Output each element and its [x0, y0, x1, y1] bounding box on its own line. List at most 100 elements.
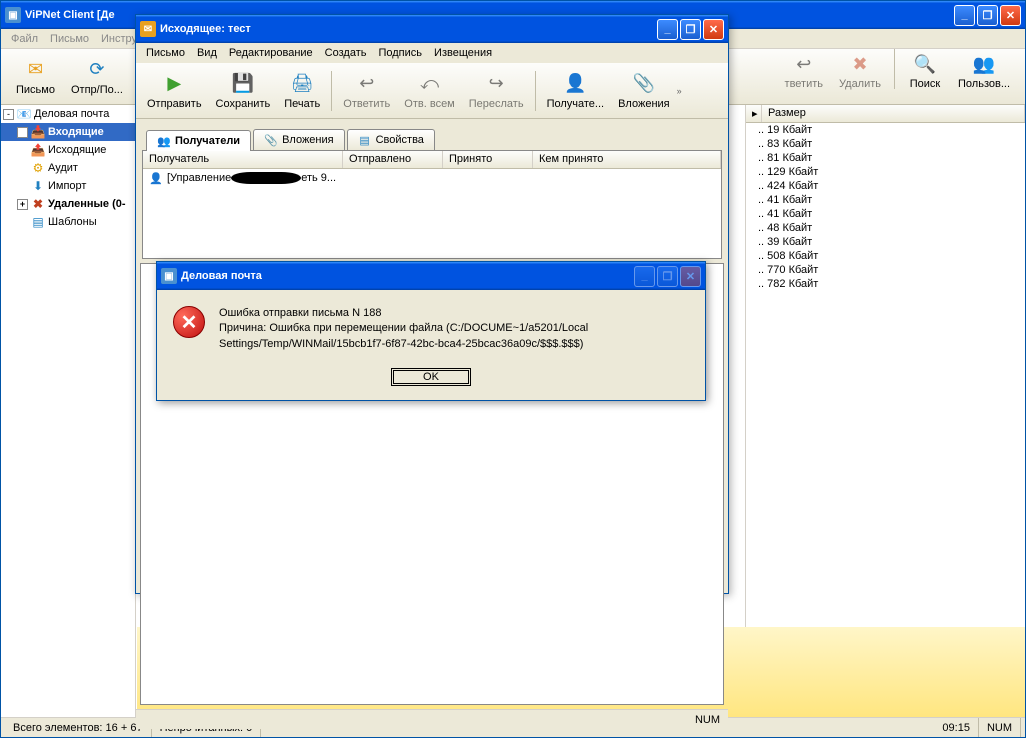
folder-tree: -📧Деловая почта +📥Входящие 📤Исходящие ⚙А…: [1, 105, 136, 717]
minimize-button[interactable]: _: [657, 19, 678, 40]
toolbar-label: тветить: [785, 78, 823, 90]
properties-icon: ▤: [358, 133, 372, 147]
error-titlebar[interactable]: ▣ Деловая почта _ ❐ ✕: [157, 262, 705, 290]
search-button[interactable]: 🔍 Поиск: [901, 49, 949, 93]
tree-templates[interactable]: ▤Шаблоны: [1, 213, 135, 231]
menu-file[interactable]: Файл: [5, 31, 44, 47]
main-toolbar-right: ↩ тветить ✖ Удалить 🔍 Поиск 👥 Пользов...: [778, 49, 1017, 93]
list-row[interactable]: 129 Кбайт: [746, 165, 1025, 179]
col-by-whom[interactable]: Кем принято: [533, 151, 721, 168]
close-button[interactable]: ✕: [1000, 5, 1021, 26]
users-button[interactable]: 👥 Пользов...: [951, 49, 1017, 93]
menu-letter[interactable]: Письмо: [140, 45, 191, 61]
compose-titlebar[interactable]: ✉ Исходящее: тест _ ❐ ✕: [136, 15, 728, 43]
toolbar-label: Отпр/По...: [71, 84, 123, 96]
menu-notifications[interactable]: Извещения: [428, 45, 498, 61]
menu-signature[interactable]: Подпись: [372, 45, 428, 61]
search-icon: 🔍: [913, 52, 937, 76]
error-title: Деловая почта: [181, 270, 634, 282]
tab-label: Вложения: [282, 134, 334, 146]
recipient-name-suffix: еть 9...: [301, 172, 336, 184]
toolbar-label: Письмо: [16, 84, 55, 96]
col-sent[interactable]: Отправлено: [343, 151, 443, 168]
reply-icon: ↩: [355, 72, 379, 96]
recipient-row[interactable]: 👤 [Управление еть 9...: [143, 169, 721, 187]
list-header: ▸ Размер: [746, 105, 1025, 123]
col-size[interactable]: Размер: [762, 105, 1025, 122]
menu-letter[interactable]: Письмо: [44, 31, 95, 47]
separator: [331, 71, 332, 111]
forward-icon: ↪: [484, 72, 508, 96]
minimize-button[interactable]: _: [954, 5, 975, 26]
expand-icon[interactable]: +: [17, 127, 28, 138]
recipient-name-prefix: [Управление: [167, 172, 231, 184]
send-button[interactable]: ▶Отправить: [140, 69, 209, 113]
compose-button[interactable]: ✉ Письмо: [9, 55, 62, 99]
tree-import[interactable]: ⬇Импорт: [1, 177, 135, 195]
toolbar-label: Удалить: [839, 78, 881, 90]
col-received[interactable]: Принято: [443, 151, 533, 168]
mail-icon: 📧: [16, 106, 32, 122]
inbox-icon: 📥: [30, 124, 46, 140]
list-row[interactable]: 83 Кбайт: [746, 137, 1025, 151]
menu-create[interactable]: Создать: [319, 45, 373, 61]
tab-label: Получатели: [175, 135, 240, 147]
compose-title: Исходящее: тест: [160, 23, 657, 35]
expand-icon[interactable]: +: [17, 199, 28, 210]
list-row[interactable]: 770 Кбайт: [746, 263, 1025, 277]
print-button[interactable]: 🖨Печать: [277, 69, 327, 113]
tree-inbox[interactable]: +📥Входящие: [1, 123, 135, 141]
tree-label: Удаленные (0-: [48, 198, 126, 210]
save-button[interactable]: 💾Сохранить: [209, 69, 278, 113]
tree-audit[interactable]: ⚙Аудит: [1, 159, 135, 177]
paperclip-icon: 📎: [632, 72, 656, 96]
ok-button[interactable]: OK: [391, 368, 471, 386]
reply-all-button: ⤺Отв. всем: [397, 69, 461, 113]
col-recipient[interactable]: Получатель: [143, 151, 343, 168]
list-row[interactable]: 48 Кбайт: [746, 221, 1025, 235]
toolbar-label: Отправить: [147, 98, 202, 110]
close-button[interactable]: ✕: [703, 19, 724, 40]
toolbar-overflow[interactable]: »: [677, 86, 689, 96]
expand-icon[interactable]: -: [3, 109, 14, 120]
tree-outbox[interactable]: 📤Исходящие: [1, 141, 135, 159]
tree-label: Исходящие: [48, 144, 106, 156]
error-icon: ✕: [173, 306, 205, 338]
app-icon: ▣: [5, 7, 21, 23]
attachments-button[interactable]: 📎 Вложения: [611, 69, 677, 113]
menu-view[interactable]: Вид: [191, 45, 223, 61]
close-button: ✕: [680, 266, 701, 287]
list-row[interactable]: 782 Кбайт: [746, 277, 1025, 291]
tab-attachments[interactable]: 📎Вложения: [253, 129, 345, 150]
tab-recipients[interactable]: 👥Получатели: [146, 130, 251, 151]
maximize-button[interactable]: ❐: [977, 5, 998, 26]
tree-label: Импорт: [48, 180, 86, 192]
status-time: 09:15: [934, 718, 979, 737]
maximize-button[interactable]: ❐: [680, 19, 701, 40]
list-row[interactable]: 508 Кбайт: [746, 249, 1025, 263]
separator: [894, 49, 895, 89]
tree-deleted[interactable]: +✖Удаленные (0-: [1, 195, 135, 213]
error-dialog: ▣ Деловая почта _ ❐ ✕ ✕ Ошибка отправки …: [156, 261, 706, 401]
toolbar-label: Сохранить: [216, 98, 271, 110]
send-receive-button[interactable]: ⟳ Отпр/По...: [64, 55, 130, 99]
list-row[interactable]: 39 Кбайт: [746, 235, 1025, 249]
tree-root[interactable]: -📧Деловая почта: [1, 105, 135, 123]
recipients-button[interactable]: 👤Получате...: [540, 69, 612, 113]
toolbar-label: Вложения: [618, 98, 670, 110]
list-row[interactable]: 81 Кбайт: [746, 151, 1025, 165]
maximize-button: ❐: [657, 266, 678, 287]
outbox-icon: 📤: [30, 142, 46, 158]
list-row[interactable]: 19 Кбайт: [746, 123, 1025, 137]
list-row[interactable]: 41 Кбайт: [746, 193, 1025, 207]
error-body: ✕ Ошибка отправки письма N 188 Причина: …: [157, 290, 705, 368]
list-row[interactable]: 41 Кбайт: [746, 207, 1025, 221]
compose-menubar: Письмо Вид Редактирование Создать Подпис…: [136, 43, 728, 63]
list-row[interactable]: 424 Кбайт: [746, 179, 1025, 193]
col-icon[interactable]: ▸: [746, 105, 762, 122]
compose-toolbar: ▶Отправить 💾Сохранить 🖨Печать ↩Ответить …: [136, 63, 728, 119]
menu-edit[interactable]: Редактирование: [223, 45, 319, 61]
tab-properties[interactable]: ▤Свойства: [347, 129, 435, 150]
status-num: NUM: [695, 714, 720, 726]
print-icon: 🖨: [290, 72, 314, 96]
